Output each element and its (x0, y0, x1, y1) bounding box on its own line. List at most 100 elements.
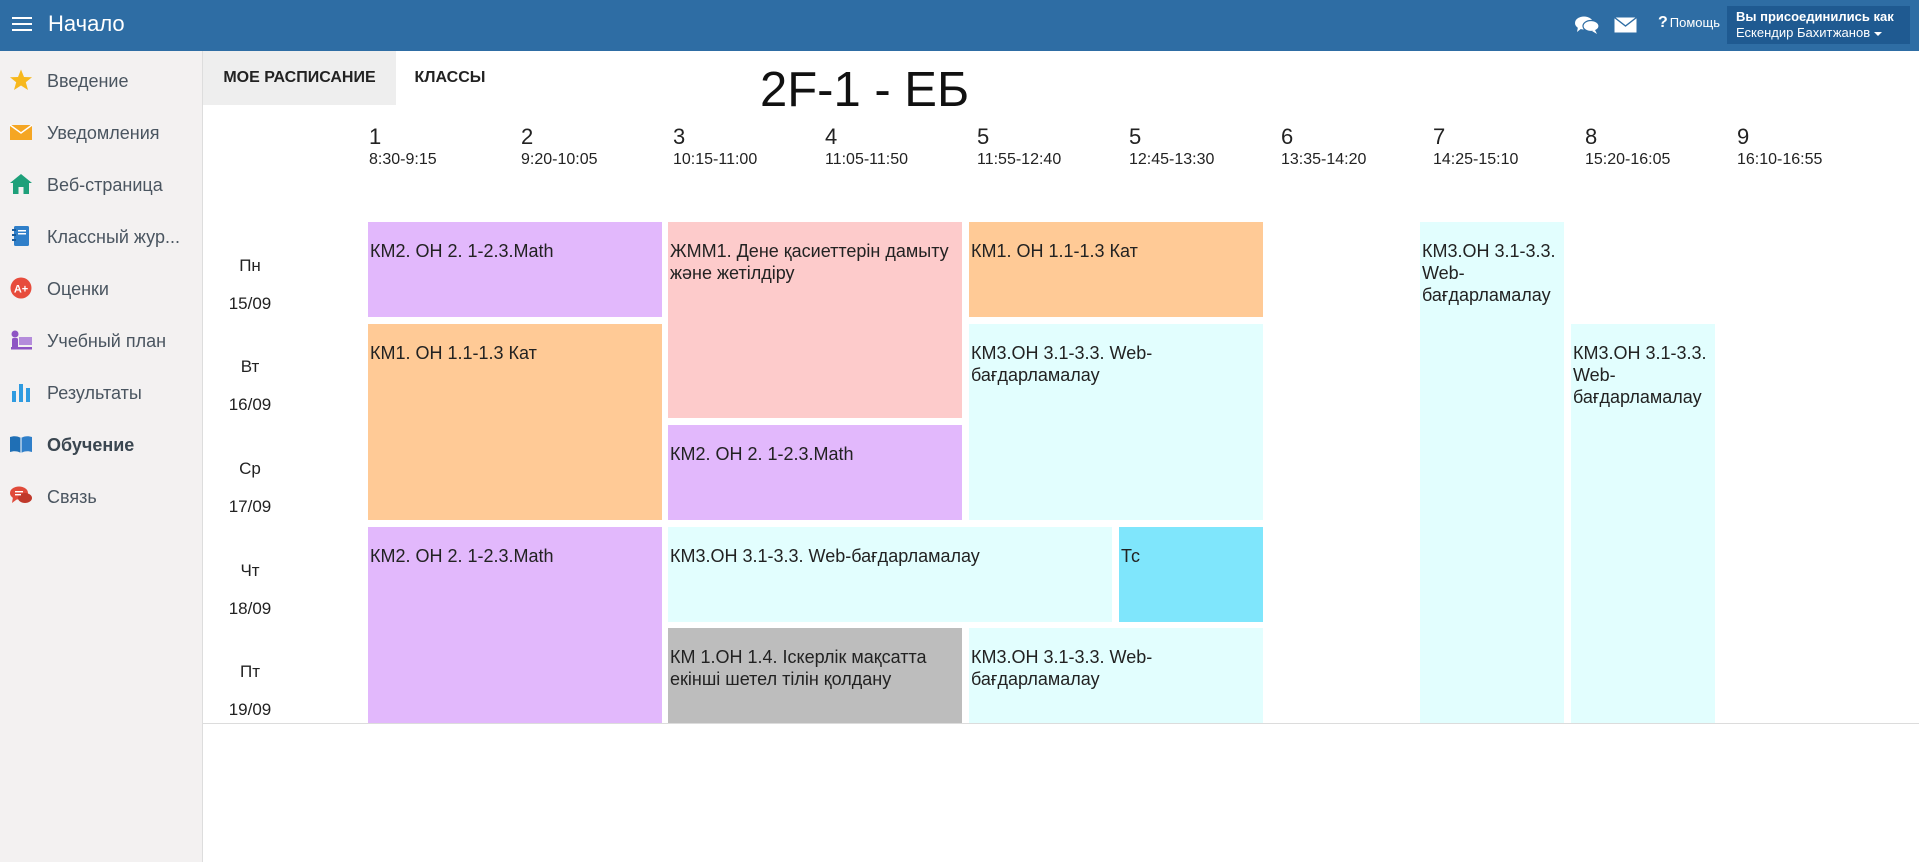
period-time: 14:25-15:10 (1433, 151, 1519, 168)
period-header: 5 12:45-13:30 (1129, 124, 1281, 170)
period-number: 5 (1129, 124, 1142, 149)
period-time: 9:20-10:05 (521, 151, 598, 168)
lesson-block[interactable]: Тс (1119, 527, 1263, 622)
grade-badge-icon: A+ (10, 277, 32, 299)
period-header: 2 9:20-10:05 (521, 124, 673, 170)
bar-chart-icon (12, 384, 30, 402)
period-time: 11:05-11:50 (825, 151, 909, 168)
period-number: 2 (521, 124, 534, 149)
day-name: Чт (240, 561, 260, 580)
sidebar-item-label: Введение (47, 71, 129, 91)
speech-bubbles-icon (10, 486, 32, 503)
star-icon (10, 69, 32, 90)
question-mark-icon: ? (1658, 14, 1668, 31)
mail-envelope-icon[interactable] (1614, 17, 1637, 33)
day-label: Ср 17/09 (224, 458, 276, 518)
schedule-bottom-divider (203, 723, 1919, 724)
chat-bubbles-icon[interactable] (1574, 15, 1600, 35)
period-header: 3 10:15-11:00 (673, 124, 825, 170)
tab-my-schedule[interactable]: МОЕ РАСПИСАНИЕ (203, 51, 396, 105)
svg-text:A+: A+ (14, 284, 28, 296)
sidebar-item-webpage[interactable]: Веб-страница (0, 164, 203, 204)
period-number: 1 (369, 124, 382, 149)
lesson-block[interactable]: КМ3.ОН 3.1-3.3. Web-бағдарламалау (668, 527, 1112, 622)
tab-classes[interactable]: КЛАССЫ (396, 51, 504, 105)
sidebar: Введение Уведомления Веб-страница Классн… (0, 51, 203, 862)
lesson-block[interactable]: КМ3.ОН 3.1-3.3. Web-бағдарламалау (969, 324, 1263, 520)
period-time: 12:45-13:30 (1129, 151, 1215, 168)
lesson-block[interactable]: КМ3.ОН 3.1-3.3. Web-бағдарламалау (1571, 324, 1715, 724)
sidebar-item-learning[interactable]: Обучение (0, 424, 203, 464)
sidebar-item-notifications[interactable]: Уведомления (0, 112, 203, 152)
lesson-block[interactable]: КМ3.ОН 3.1-3.3. Web-бағдарламалау (969, 628, 1263, 724)
period-number: 7 (1433, 124, 1446, 149)
sidebar-item-label: Связь (47, 487, 97, 507)
sidebar-item-label: Классный жур... (47, 227, 180, 247)
sidebar-item-label: Веб-страница (47, 175, 163, 195)
hamburger-menu-icon[interactable] (12, 15, 32, 33)
period-header: 4 11:05-11:50 (825, 124, 977, 170)
lesson-block[interactable]: КМ2. ОН 2. 1-2.3.Math (668, 425, 962, 520)
lesson-block[interactable]: КМ1. ОН 1.1-1.3 Кат (969, 222, 1263, 317)
day-name: Ср (239, 459, 261, 478)
period-header: 9 16:10-16:55 (1737, 124, 1889, 170)
user-label: Вы присоединились как (1736, 9, 1894, 24)
day-date: 18/09 (228, 599, 272, 618)
period-number: 3 (673, 124, 686, 149)
user-name: Ескендир Бахитжанов (1736, 25, 1871, 40)
sidebar-item-label: Результаты (47, 383, 142, 403)
sidebar-item-results[interactable]: Результаты (0, 372, 203, 412)
period-header: 6 13:35-14:20 (1281, 124, 1433, 170)
help-label: Помощь (1669, 15, 1720, 30)
period-header: 7 14:25-15:10 (1433, 124, 1585, 170)
sidebar-item-class-journal[interactable]: Классный жур... (0, 216, 203, 256)
period-time: 11:55-12:40 (977, 151, 1062, 168)
period-header: 5 11:55-12:40 (977, 124, 1129, 170)
period-time: 16:10-16:55 (1737, 151, 1823, 168)
sidebar-item-label: Учебный план (47, 331, 167, 351)
journal-book-icon (12, 226, 29, 246)
open-book-icon (10, 436, 32, 453)
sidebar-item-communication[interactable]: Связь (0, 476, 203, 516)
day-label: Пт 19/09 (224, 661, 276, 721)
period-number: 6 (1281, 124, 1294, 149)
period-time: 8:30-9:15 (369, 151, 437, 168)
day-label: Вт 16/09 (224, 356, 276, 416)
sidebar-item-label: Оценки (47, 279, 109, 299)
lesson-block[interactable]: ЖММ1. Дене қасиеттерін дамыту және жетіл… (668, 222, 962, 418)
lesson-block[interactable]: КМ3.ОН 3.1-3.3. Web-бағдарламалау (1420, 222, 1564, 724)
period-number: 9 (1737, 124, 1750, 149)
help-link[interactable]: ? Помощь (1658, 14, 1720, 32)
sidebar-item-label: Обучение (47, 435, 135, 455)
period-time: 13:35-14:20 (1281, 151, 1367, 168)
lesson-block[interactable]: КМ2. ОН 2. 1-2.3.Math (368, 527, 662, 724)
day-name: Пт (239, 662, 260, 681)
user-account-menu[interactable]: Вы присоединились как Ескендир Бахитжано… (1727, 6, 1910, 44)
caret-down-icon (1874, 31, 1883, 36)
day-label: Пн 15/09 (224, 255, 276, 315)
day-date: 15/09 (228, 294, 272, 313)
day-label: Чт 18/09 (224, 560, 276, 620)
app-title[interactable]: Начало (48, 10, 125, 38)
period-time: 15:20-16:05 (1585, 151, 1671, 168)
period-header: 8 15:20-16:05 (1585, 124, 1737, 170)
top-bar: Начало ? Помощь Вы присоединились как Еск… (0, 0, 1919, 51)
period-number: 4 (825, 124, 838, 149)
period-time: 10:15-11:00 (673, 151, 758, 168)
day-name: Вт (240, 357, 260, 376)
lesson-block[interactable]: КМ1. ОН 1.1-1.3 Кат (368, 324, 662, 520)
lesson-block[interactable]: КМ 1.ОН 1.4. Іскерлік мақсатта екінші ше… (668, 628, 962, 724)
day-date: 16/09 (228, 395, 272, 414)
day-date: 17/09 (228, 497, 272, 516)
sidebar-item-introduction[interactable]: Введение (0, 60, 203, 100)
page-title: 2F-1 - ЕБ (760, 63, 970, 117)
day-name: Пн (239, 256, 261, 275)
sidebar-item-label: Уведомления (47, 123, 160, 143)
lesson-block[interactable]: КМ2. ОН 2. 1-2.3.Math (368, 222, 662, 317)
sidebar-item-grades[interactable]: A+ Оценки (0, 268, 203, 308)
day-date: 19/09 (228, 700, 272, 719)
envelope-icon (9, 124, 33, 140)
sidebar-item-curriculum[interactable]: Учебный план (0, 320, 203, 360)
period-number: 8 (1585, 124, 1598, 149)
teacher-board-icon (11, 330, 32, 350)
